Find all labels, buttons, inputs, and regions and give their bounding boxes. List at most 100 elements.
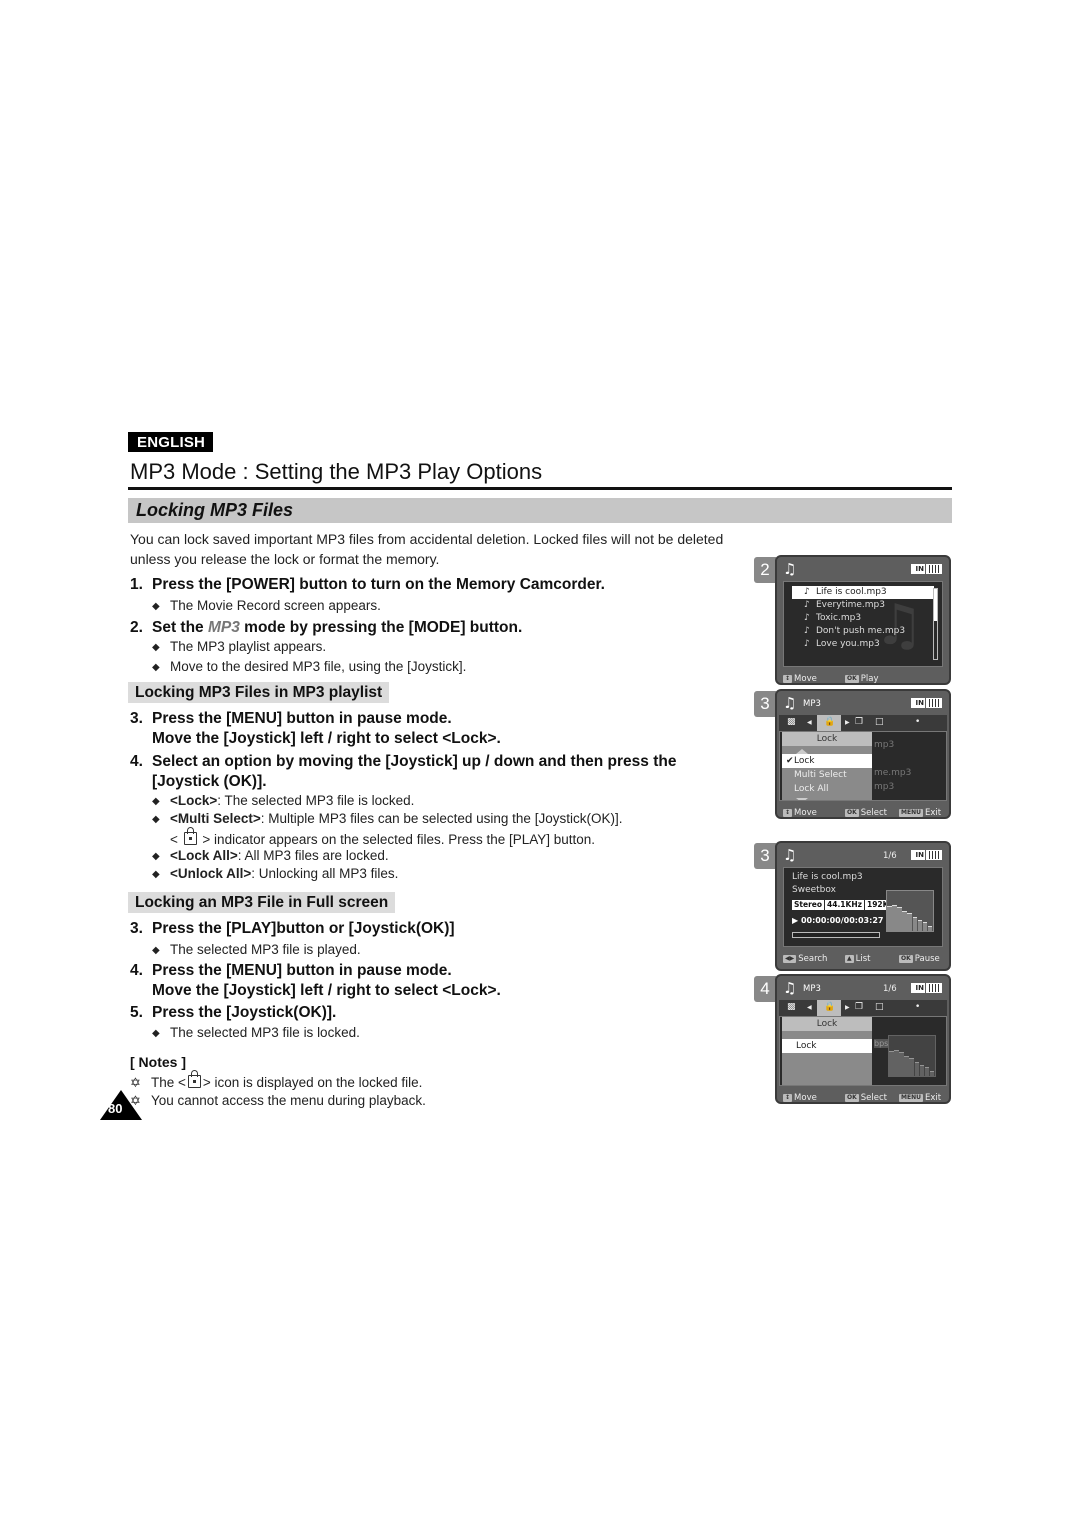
bullet: ◆ The selected MP3 file is played.	[152, 941, 361, 960]
menu-toolbar: ▩ ◀ 🔒 ▶ ❐ □ •	[779, 715, 947, 731]
lock-submenu: Lock ✔ Lock Multi Select Lock All	[782, 732, 872, 800]
equalizer-icon[interactable]: ▩	[787, 717, 796, 727]
playlist: ♫ ♪ Life is cool.mp3 ♪ Everytime.mp3 ♪ Toxi…	[783, 581, 943, 667]
screen-step-number: 4	[754, 976, 776, 1002]
equalizer-bar	[912, 917, 918, 931]
option-multi-select: ◆ <Multi Select>: Multiple MP3 files can …	[152, 811, 623, 847]
equalizer-icon[interactable]: ▩	[787, 1002, 796, 1012]
footer-play: OK Play	[845, 674, 879, 684]
bullet: ◆ Move to the desired MP3 file, using the…	[152, 658, 466, 677]
intro-paragraph: You can lock saved important MP3 files f…	[130, 531, 724, 567]
screen-header: ♫ 1/6 IN	[777, 843, 949, 867]
footer-move: ↕ Move	[783, 808, 817, 818]
submenu-option-multi-select[interactable]: Multi Select	[782, 768, 872, 782]
step-1: 1. Press the [POWER] button to turn on th…	[130, 575, 605, 595]
playback-progress[interactable]	[792, 932, 880, 938]
note-item: ✡ The < > icon is displayed on the locked …	[130, 1070, 423, 1090]
menu-toolbar: ▩ ◀ 🔒 ▶ ❐ □ •	[779, 1000, 947, 1016]
playlist-scrollbar[interactable]	[933, 588, 938, 660]
equalizer-bar	[914, 1062, 920, 1076]
diamond-bullet-icon: ◆	[152, 601, 160, 612]
footer-move: ↕ Move	[783, 674, 817, 684]
joystick-key-icon: ↕	[783, 809, 793, 817]
device-screen-playlist: ♫ IN ♫ ♪ Life is cool.mp3 ♪ Everytime.mp3 …	[775, 555, 951, 685]
arrow-right-icon: ▶	[845, 1004, 850, 1011]
copy-icon[interactable]: ❐	[855, 717, 863, 727]
menu-key-icon: MENU	[899, 809, 923, 817]
lock-submenu: Lock Lock	[782, 1017, 872, 1085]
lock-icon: 🔒	[824, 1002, 836, 1012]
subsection-title-fullscreen: Locking an MP3 File in Full screen	[128, 892, 396, 913]
frame-icon[interactable]: □	[875, 717, 884, 727]
note-item: ✡ You cannot access the menu during playb…	[130, 1093, 426, 1108]
step-number: 1.	[130, 576, 143, 593]
footer-move: ↕ Move	[783, 1093, 817, 1103]
submenu-title: Lock	[782, 1017, 872, 1031]
screen-footer: ↕ Move OK Play	[777, 667, 949, 684]
arrow-right-icon: ▶	[845, 719, 850, 726]
up-key-icon: ▲	[845, 955, 854, 963]
equalizer-bar	[919, 1064, 925, 1076]
equalizer-bar	[929, 1071, 935, 1076]
device-screen-fullscreen-lock: ♫ MP3 1/6 IN ▩ ◀ 🔒 ▶ ❐ □ • bps Lock Lock…	[775, 974, 951, 1104]
page-title: MP3 Mode : Setting the MP3 Play Options	[130, 459, 543, 484]
screen-step-number: 3	[754, 691, 776, 717]
diamond-bullet-icon: ◆	[152, 814, 160, 825]
bullet: ◆ The Movie Record screen appears.	[152, 597, 381, 616]
ok-key-icon: OK	[845, 809, 859, 817]
step-3-playlist: 3. Press the [MENU] button in pause mode.…	[130, 710, 501, 747]
screen-footer: ↕ Move OK Select MENU Exit	[777, 1086, 949, 1103]
playlist-item[interactable]: ♪ Life is cool.mp3	[792, 586, 934, 599]
title-divider	[128, 487, 952, 490]
option-lock: ◆ <Lock>: The selected MP3 file is locked…	[152, 792, 414, 811]
music-note-icon: ♫	[783, 694, 797, 712]
lock-icon: 🔒	[824, 717, 836, 727]
notes-heading: [ Notes ]	[130, 1054, 186, 1070]
play-icon: ▶	[792, 916, 801, 925]
equalizer-bar	[917, 919, 923, 931]
device-screen-lock-menu: ♫ MP3 IN ▩ ◀ 🔒 ▶ ❐ □ • mp3 me.mp3 mp3 Lo…	[775, 689, 951, 819]
joystick-key-icon: ↕	[783, 1094, 793, 1102]
joystick-key-icon: ↕	[783, 675, 793, 683]
footer-list: ▲ List	[845, 954, 871, 964]
footer-search: ◀▶ Search	[783, 954, 828, 964]
submenu-option-lock[interactable]: ✔ Lock	[782, 754, 872, 768]
submenu-option-lock-all[interactable]: Lock All	[782, 782, 872, 796]
device-screen-fullscreen: ♫ 1/6 IN Life is cool.mp3 Sweetbox Stere…	[775, 841, 951, 971]
track-counter: 1/6	[883, 851, 897, 861]
footer-pause: OK Pause	[899, 954, 940, 964]
screen-step-number: 3	[754, 843, 776, 869]
song-title: Life is cool.mp3	[792, 872, 863, 882]
playback-time: ▶ 00:00:00/00:03:27	[792, 916, 884, 925]
screen-header: ♫ MP3 IN	[777, 691, 949, 715]
frame-icon[interactable]: □	[875, 1002, 884, 1012]
diamond-bullet-icon: ◆	[152, 642, 160, 653]
equalizer-bar	[894, 1050, 899, 1076]
mode-name: MP3	[207, 619, 240, 636]
artist-name: Sweetbox	[792, 885, 836, 895]
battery-indicator: IN	[911, 850, 943, 860]
lock-icon	[183, 827, 197, 845]
diamond-bullet-icon: ◆	[152, 869, 160, 880]
scrollbar-thumb[interactable]	[934, 589, 937, 621]
copy-icon[interactable]: ❐	[855, 1002, 863, 1012]
screen-header: ♫ MP3 1/6 IN	[777, 976, 949, 1000]
diamond-bullet-icon: ◆	[152, 662, 160, 673]
screen-footer: ↕ Move OK Select MENU Exit	[777, 801, 949, 818]
playlist-item[interactable]: ♪ Everytime.mp3	[792, 599, 934, 612]
equalizer-bar	[907, 913, 913, 931]
playlist-item[interactable]: ♪ Love you.mp3	[792, 638, 934, 651]
equalizer-bar	[889, 1051, 894, 1076]
ok-key-icon: OK	[899, 955, 913, 963]
equalizer-bar	[897, 907, 902, 931]
screen-header: ♫ IN	[777, 557, 949, 581]
menu-area: bps Lock Lock	[779, 1016, 947, 1086]
diamond-bullet-icon: ◆	[152, 796, 160, 807]
battery-icon	[926, 564, 942, 574]
playlist-item[interactable]: ♪ Don't push me.mp3	[792, 625, 934, 638]
submenu-option-lock[interactable]: Lock	[782, 1039, 872, 1053]
playlist-item[interactable]: ♪ Toxic.mp3	[792, 612, 934, 625]
menu-area: mp3 me.mp3 mp3 Lock ✔ Lock Multi Select L…	[779, 731, 947, 801]
ok-key-icon: OK	[845, 675, 859, 683]
battery-indicator: IN	[911, 564, 943, 574]
